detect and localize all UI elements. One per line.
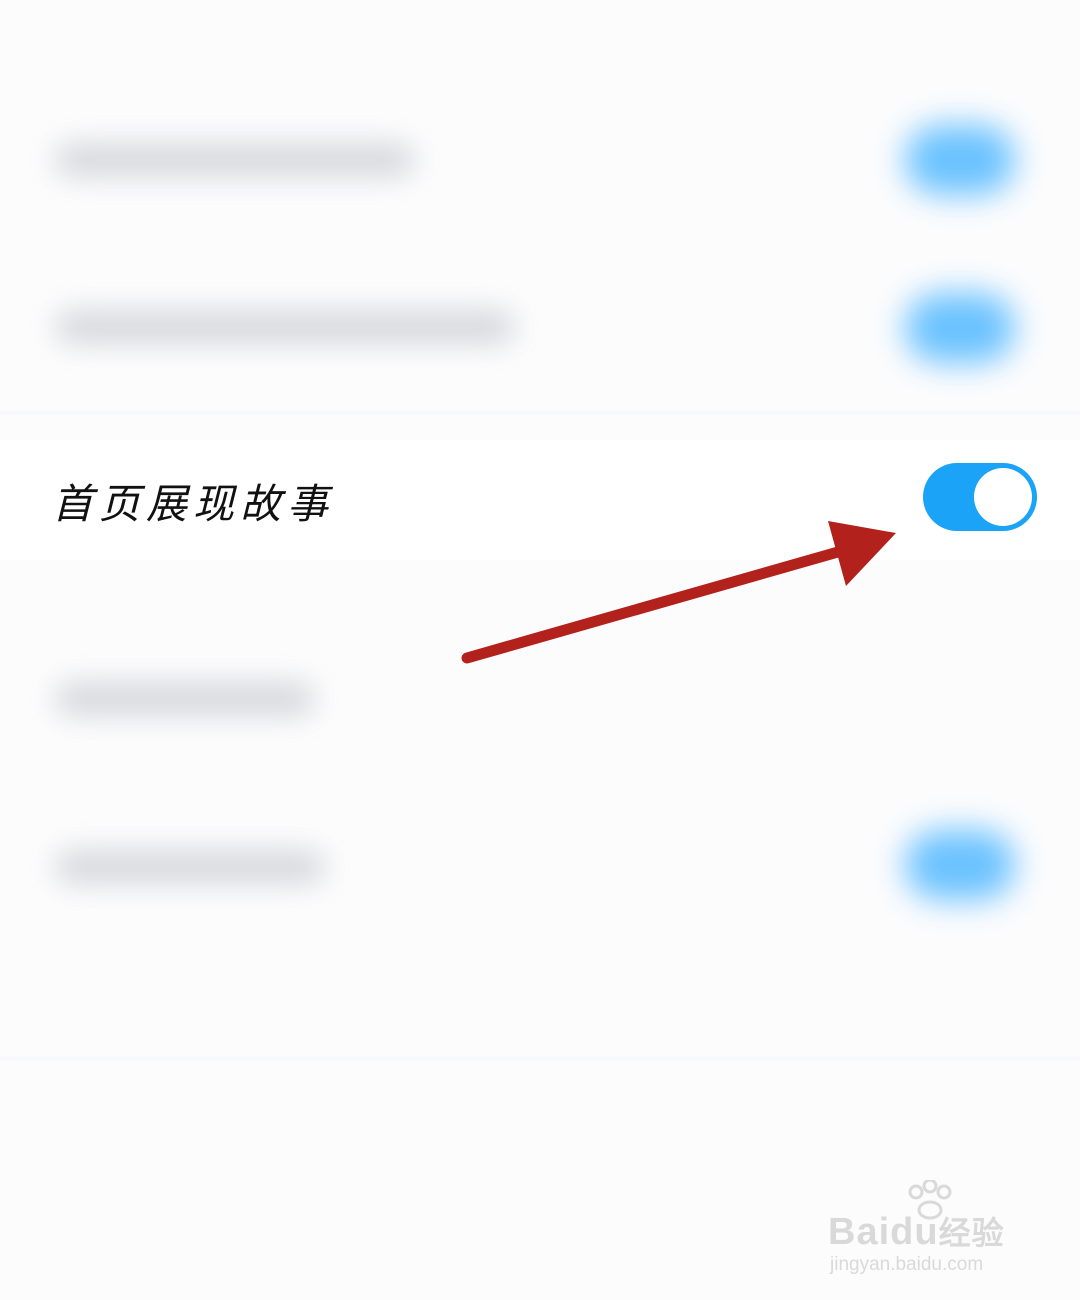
blurred-setting-row (0, 780, 1080, 950)
blurred-label (55, 310, 515, 344)
blurred-label (55, 143, 415, 177)
blurred-toggle (905, 293, 1015, 363)
blurred-setting-row (0, 245, 1080, 415)
blurred-toggle (905, 830, 1015, 900)
blurred-setting-row (0, 620, 1080, 790)
blurred-toggle (905, 125, 1015, 195)
blurred-label (55, 850, 325, 884)
section-divider (0, 1058, 1080, 1059)
baidu-jingyan-watermark: Baidu经验 jingyan.baidu.com (828, 1180, 1028, 1280)
settings-screen: 首页展现故事 Baidu经验 jingyan.baidu.com (0, 0, 1080, 1300)
toggle-knob (974, 468, 1032, 526)
blurred-setting-row (0, 75, 1080, 245)
blurred-label (55, 682, 315, 716)
setting-label: 首页展现故事 (52, 480, 334, 528)
watermark-url: jingyan.baidu.com (830, 1254, 984, 1275)
section-divider (0, 412, 1080, 413)
home-stories-toggle[interactable] (923, 463, 1037, 531)
watermark-brand: Baidu经验 (828, 1211, 1005, 1253)
